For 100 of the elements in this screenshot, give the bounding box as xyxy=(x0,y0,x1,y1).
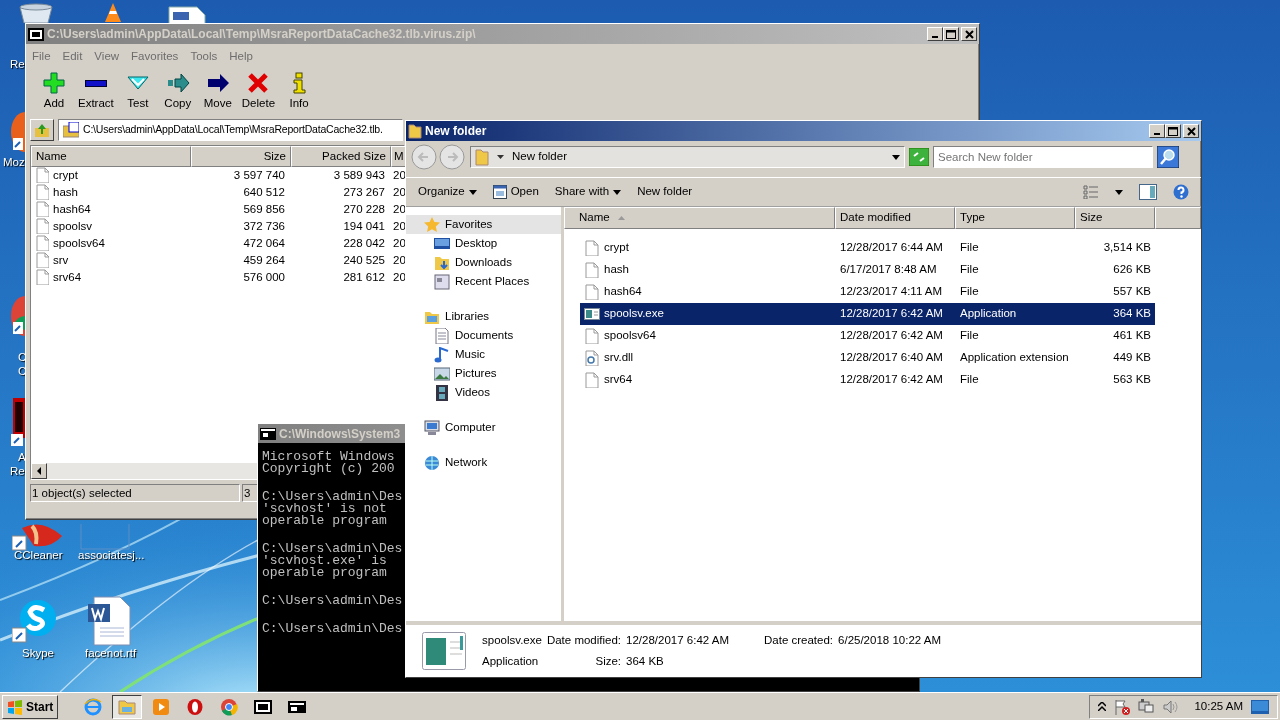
menu-item[interactable]: Edit xyxy=(56,48,89,66)
skype-icon[interactable] xyxy=(12,598,58,644)
close-button[interactable] xyxy=(961,27,977,41)
column-header[interactable]: Size xyxy=(1075,207,1155,229)
up-folder-button[interactable] xyxy=(30,118,54,141)
icon-label[interactable]: Re xyxy=(10,57,25,71)
file-row[interactable]: hash64 12/23/2017 4:11 AM File 557 KB xyxy=(580,281,1155,303)
start-button[interactable]: Start xyxy=(2,694,59,719)
navigation-item[interactable]: Libraries xyxy=(406,307,561,326)
breadcrumb-item[interactable]: New folder xyxy=(512,148,567,166)
navigation-item[interactable]: Favorites xyxy=(406,215,561,234)
command-button[interactable]: New folder xyxy=(629,183,701,201)
minimize-button[interactable] xyxy=(1149,124,1165,138)
console-line: 'scvhost.exe' is xyxy=(262,555,387,567)
traffic-cone-icon[interactable] xyxy=(103,2,123,22)
console-line: C:\Users\admin\Des xyxy=(262,595,403,607)
navigation-item[interactable]: Pictures xyxy=(406,364,561,383)
close-button[interactable] xyxy=(1183,124,1199,138)
command-button[interactable]: Open xyxy=(484,183,547,201)
document-icon[interactable] xyxy=(165,6,209,23)
delete-button[interactable]: Delete xyxy=(237,69,280,115)
maximize-button[interactable] xyxy=(943,27,959,41)
navigation-item[interactable]: Desktop xyxy=(406,234,561,253)
file-row[interactable]: srv.dll 12/28/2017 6:40 AM Application extension 449 KB xyxy=(580,347,1155,369)
reader-icon[interactable] xyxy=(11,398,25,448)
globe-icon[interactable] xyxy=(11,296,25,336)
flag-icon[interactable] xyxy=(1114,698,1131,715)
view-icon[interactable] xyxy=(1083,185,1099,199)
copy-button[interactable]: Copy xyxy=(157,69,198,115)
menu-item[interactable]: Favorites xyxy=(125,48,185,66)
menu-button[interactable]: Share with xyxy=(546,183,630,201)
table-cell-text: File xyxy=(959,240,980,256)
file-row[interactable]: hash 6/17/2017 8:48 AM File 626 KB xyxy=(580,259,1155,281)
navigation-item[interactable]: Recent Places xyxy=(406,272,561,291)
navigation-item[interactable]: Music xyxy=(406,345,561,364)
file-row[interactable]: spoolsv64 12/28/2017 6:42 AM File 461 KB xyxy=(580,325,1155,347)
file-name[interactable]: srv64 xyxy=(53,268,82,286)
test-button[interactable]: Test xyxy=(117,69,158,115)
menu-item[interactable]: Tools xyxy=(184,48,224,66)
column-header[interactable]: Type xyxy=(955,207,1075,229)
address-field[interactable]: New folder xyxy=(470,146,905,168)
icon-label[interactable]: CCleaner xyxy=(14,548,63,562)
icon-label[interactable]: A xyxy=(18,450,26,464)
file-row[interactable]: crypt 12/28/2017 6:44 AM File 3,514 KB xyxy=(580,237,1155,259)
table-cell-text: 459 264 xyxy=(242,252,286,268)
clock[interactable]: 10:25 AM xyxy=(1194,697,1243,716)
file-name[interactable]: crypt xyxy=(53,166,78,184)
file-icon xyxy=(35,218,49,235)
refresh-icon[interactable] xyxy=(909,148,929,166)
cleaner-icon[interactable] xyxy=(12,522,64,552)
icon-label[interactable]: Re xyxy=(10,464,25,478)
column-header[interactable]: Name xyxy=(564,207,835,229)
taskbar-button[interactable] xyxy=(112,694,143,719)
extract-button[interactable]: Extract xyxy=(74,69,118,115)
preview-pane-icon[interactable] xyxy=(1139,184,1157,200)
add-button[interactable]: Add xyxy=(34,69,74,115)
column-header[interactable]: Date modified xyxy=(835,207,955,229)
file-type: Application xyxy=(482,654,540,669)
console-line: C:\Users\admin\Des xyxy=(262,623,403,635)
table-cell-text: 12/28/2017 6:42 AM xyxy=(839,328,944,344)
navigation-item[interactable]: Computer xyxy=(406,418,561,437)
table-cell-text: 273 267 xyxy=(342,184,386,200)
search-icon[interactable] xyxy=(1157,146,1179,168)
file-row[interactable]: spoolsv.exe 12/28/2017 6:42 AM Application 364 KB xyxy=(580,303,1155,325)
address-field[interactable]: C:\Users\admin\AppData\Local\Temp\MsraReportDataCache32.tlb. xyxy=(58,118,403,141)
show-desktop-icon[interactable] xyxy=(1251,699,1269,714)
media-player-icon xyxy=(152,697,171,716)
navigation-item[interactable]: Documents xyxy=(406,326,561,345)
icon-label[interactable]: Moz xyxy=(3,155,25,169)
file-name[interactable]: hash xyxy=(53,183,78,201)
menu-button[interactable]: Organize xyxy=(410,183,485,201)
search-field[interactable]: Search New folder xyxy=(933,146,1153,168)
navigation-item[interactable]: Network xyxy=(406,453,561,472)
word-document-icon[interactable] xyxy=(86,596,132,646)
close-icon xyxy=(1186,126,1196,136)
navigation-item[interactable]: Videos xyxy=(406,383,561,402)
icon-label[interactable]: associatesj... xyxy=(78,548,145,562)
file-name[interactable]: spoolsv xyxy=(53,217,92,235)
navigation-item[interactable]: Downloads xyxy=(406,253,561,272)
dropdown-icon[interactable] xyxy=(892,154,900,160)
archive-icon xyxy=(63,121,79,138)
column-header[interactable]: Size xyxy=(191,145,291,167)
file-name[interactable]: hash64 xyxy=(53,200,91,218)
menu-item[interactable]: View xyxy=(88,48,126,66)
caret-icon[interactable] xyxy=(1115,189,1123,195)
file-row[interactable]: srv64 12/28/2017 6:42 AM File 563 KB xyxy=(580,369,1155,391)
file-name[interactable]: spoolsv64 xyxy=(53,234,105,252)
maximize-button[interactable] xyxy=(1165,124,1181,138)
help-icon[interactable] xyxy=(1173,184,1189,200)
minimize-button[interactable] xyxy=(927,27,943,41)
chevron-up-icon[interactable] xyxy=(1098,702,1107,711)
column-header[interactable]: Name xyxy=(31,145,191,167)
file-name[interactable]: srv xyxy=(53,251,69,269)
column-header[interactable]: Packed Size xyxy=(291,145,391,167)
speaker-icon[interactable] xyxy=(1162,698,1179,715)
recycle-bin-icon[interactable] xyxy=(18,3,54,23)
info-button[interactable]: Info xyxy=(279,69,320,115)
network-icon[interactable] xyxy=(1138,698,1155,715)
move-button[interactable]: Move xyxy=(197,69,238,115)
browser-icon[interactable] xyxy=(11,112,25,152)
